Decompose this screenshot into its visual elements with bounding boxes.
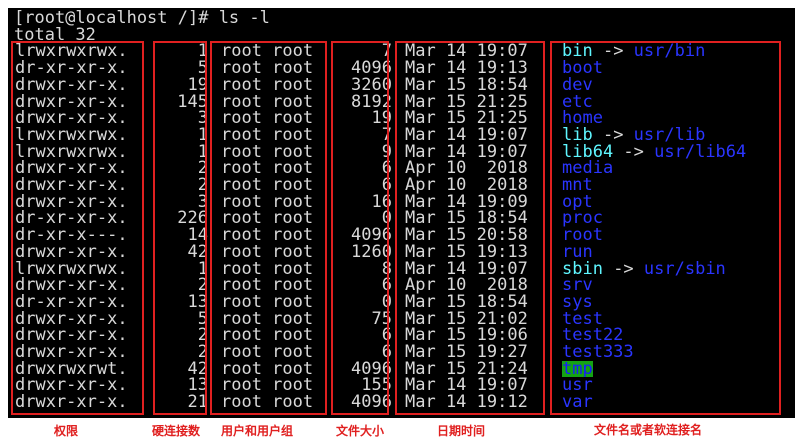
hard-links-label: 硬连接数 <box>152 424 201 438</box>
user-group-column-frame <box>210 41 327 415</box>
user-group-label: 用户和用户组 <box>221 424 294 438</box>
permissions-column-frame <box>11 41 144 415</box>
filename-label: 文件名或者软连接名 <box>594 423 703 437</box>
hard-links-column-frame <box>153 41 207 415</box>
permissions-label: 权限 <box>54 424 79 438</box>
file-size-label: 文件大小 <box>336 424 385 438</box>
datetime-column-frame <box>395 41 545 415</box>
datetime-label: 日期时间 <box>437 424 486 438</box>
filename-column-frame <box>550 41 781 415</box>
file-size-column-frame <box>331 41 389 415</box>
